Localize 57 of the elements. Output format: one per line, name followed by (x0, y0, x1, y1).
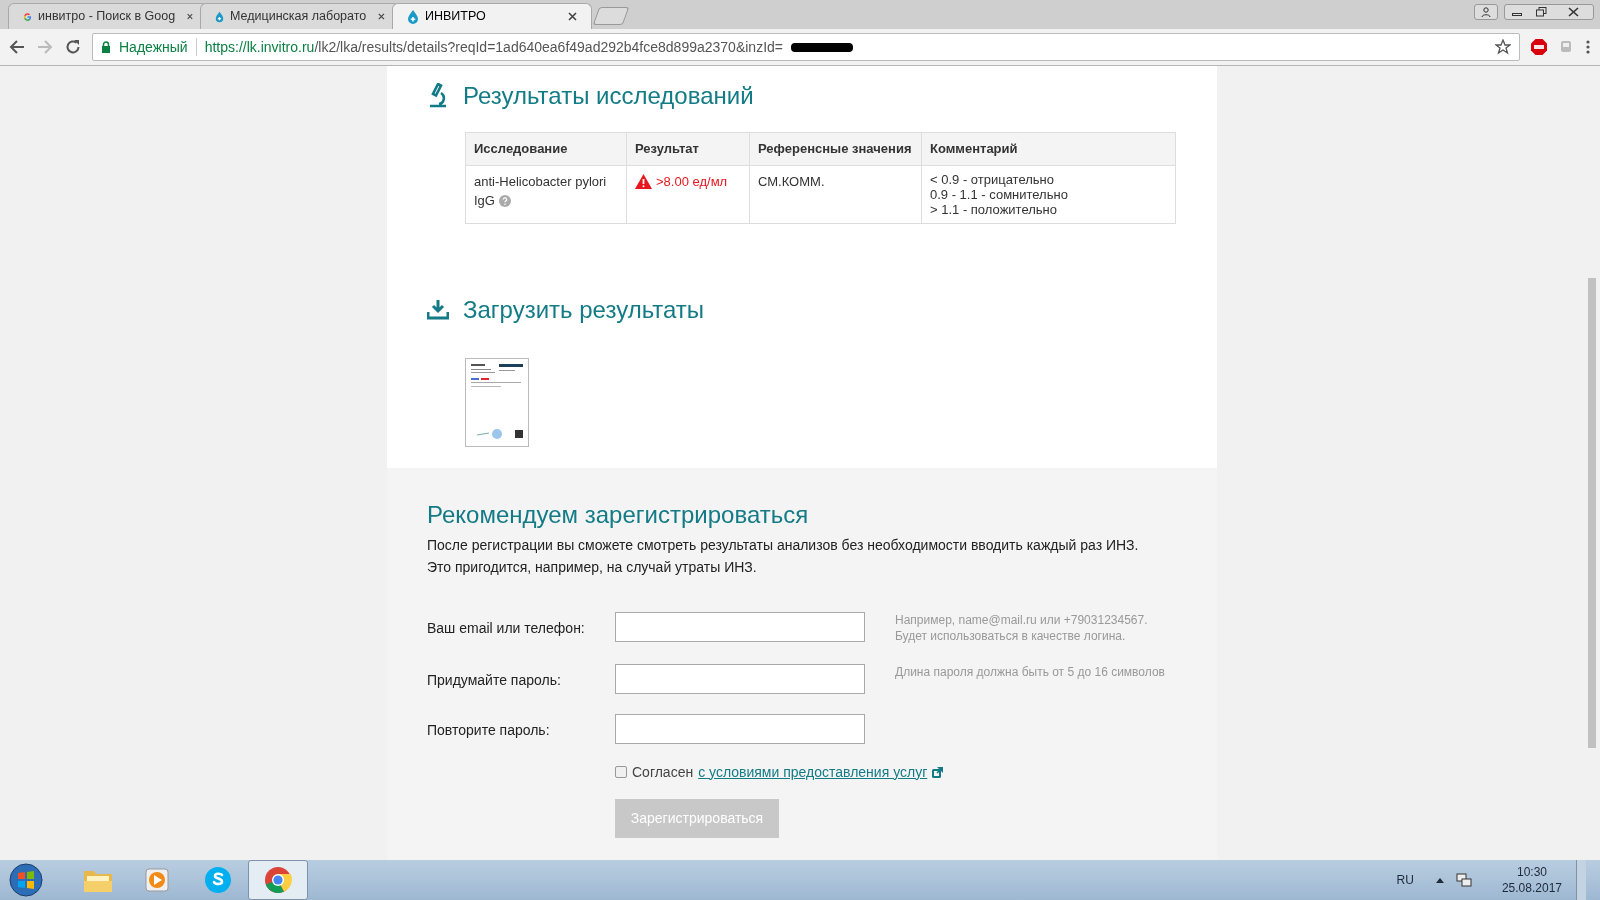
skype-icon (203, 865, 233, 895)
reload-icon[interactable] (64, 38, 82, 56)
table-cell: СМ.КОММ. (749, 165, 922, 223)
scrollbar-thumb[interactable] (1588, 278, 1596, 748)
network-icon[interactable] (1455, 872, 1472, 888)
close-icon[interactable] (568, 12, 577, 21)
drop-icon (407, 9, 419, 24)
column-header: Результат (626, 132, 750, 165)
adblock-icon[interactable] (1530, 38, 1548, 56)
field-label: Ваш email или телефон: (427, 618, 586, 638)
paragraph: После регистрации вы сможете смотреть результаты анализов без необходимости вводить каждый раз ИНЗ. (427, 535, 1140, 555)
address-bar[interactable]: Надежный https://lk.invitro.ru/lk2/lka/results/details?reqId=1ad640ea6f49ad292b4fce8d899a2370&inzId= (92, 33, 1520, 61)
caret-icon[interactable] (1435, 877, 1444, 883)
back-icon[interactable] (8, 39, 26, 55)
column-header: Комментарий (921, 132, 1176, 165)
table-cell: anti-Helicobacter pylori IgG (465, 165, 627, 223)
clock[interactable]: 10:30 25.08.2017 (1501, 864, 1562, 896)
security-label: Надежный (119, 37, 188, 57)
media-player-icon (144, 867, 172, 893)
close-icon[interactable] (187, 12, 193, 21)
profile-icon[interactable] (1474, 4, 1498, 20)
table-cell: < 0.9 - отрицательно 0.9 - 1.1 - сомнительно > 1.1 - положительно (921, 165, 1176, 223)
section-title: Загрузить результаты (463, 294, 705, 325)
language-indicator[interactable]: RU (1396, 871, 1414, 889)
result-value: >8.00 ед/мл (656, 172, 728, 191)
lock-icon (101, 41, 111, 53)
terms-link[interactable]: с условиями предоставления услуг (698, 761, 928, 783)
close-icon[interactable] (378, 12, 385, 21)
taskbar-app[interactable] (248, 860, 308, 900)
tab-title: ИНВИТРО (425, 8, 486, 26)
section-title: Рекомендуем зарегистрироваться (427, 499, 810, 530)
url-text: https://lk.invitro.ru/lk2/lka/results/details?reqId=1ad640ea6f49ad292b4fce8d899a2370&inzId= (204, 37, 783, 57)
chrome-icon (263, 865, 293, 895)
star-icon[interactable] (1495, 39, 1511, 55)
field-label: Придумайте пароль: (427, 670, 562, 690)
section-title: Результаты исследований (463, 81, 754, 111)
warning-icon (635, 173, 652, 189)
tab-title: Медицинская лаборато (230, 8, 367, 26)
download-icon (427, 299, 449, 320)
input-field[interactable] (615, 611, 865, 642)
microscope-icon (427, 83, 449, 109)
checkbox-label: Согласен (632, 762, 694, 782)
menu-icon[interactable] (1584, 39, 1592, 55)
paragraph: Это пригодится, например, на случай утраты ИНЗ. (427, 557, 758, 577)
field-label: Повторите пароль: (427, 720, 551, 740)
drop-icon (215, 9, 224, 24)
input-field[interactable] (615, 713, 865, 744)
checkbox[interactable] (615, 766, 627, 778)
tab-title: инвитро - Поиск в Goog (38, 8, 176, 26)
field-hint: Длина пароля должна быть от 5 до 16 символов (895, 663, 1165, 680)
column-header: Референсные значения (749, 132, 922, 165)
field-hint: Например, name@mail.ru или +79031234567. Будет использоваться в качестве логина. (895, 611, 1148, 644)
document-thumbnail[interactable] (465, 357, 529, 447)
browser-tab[interactable]: ИНВИТРО (392, 3, 592, 29)
column-header: Исследование (465, 132, 627, 165)
external-link-icon (932, 766, 945, 778)
input-field[interactable] (615, 663, 865, 694)
